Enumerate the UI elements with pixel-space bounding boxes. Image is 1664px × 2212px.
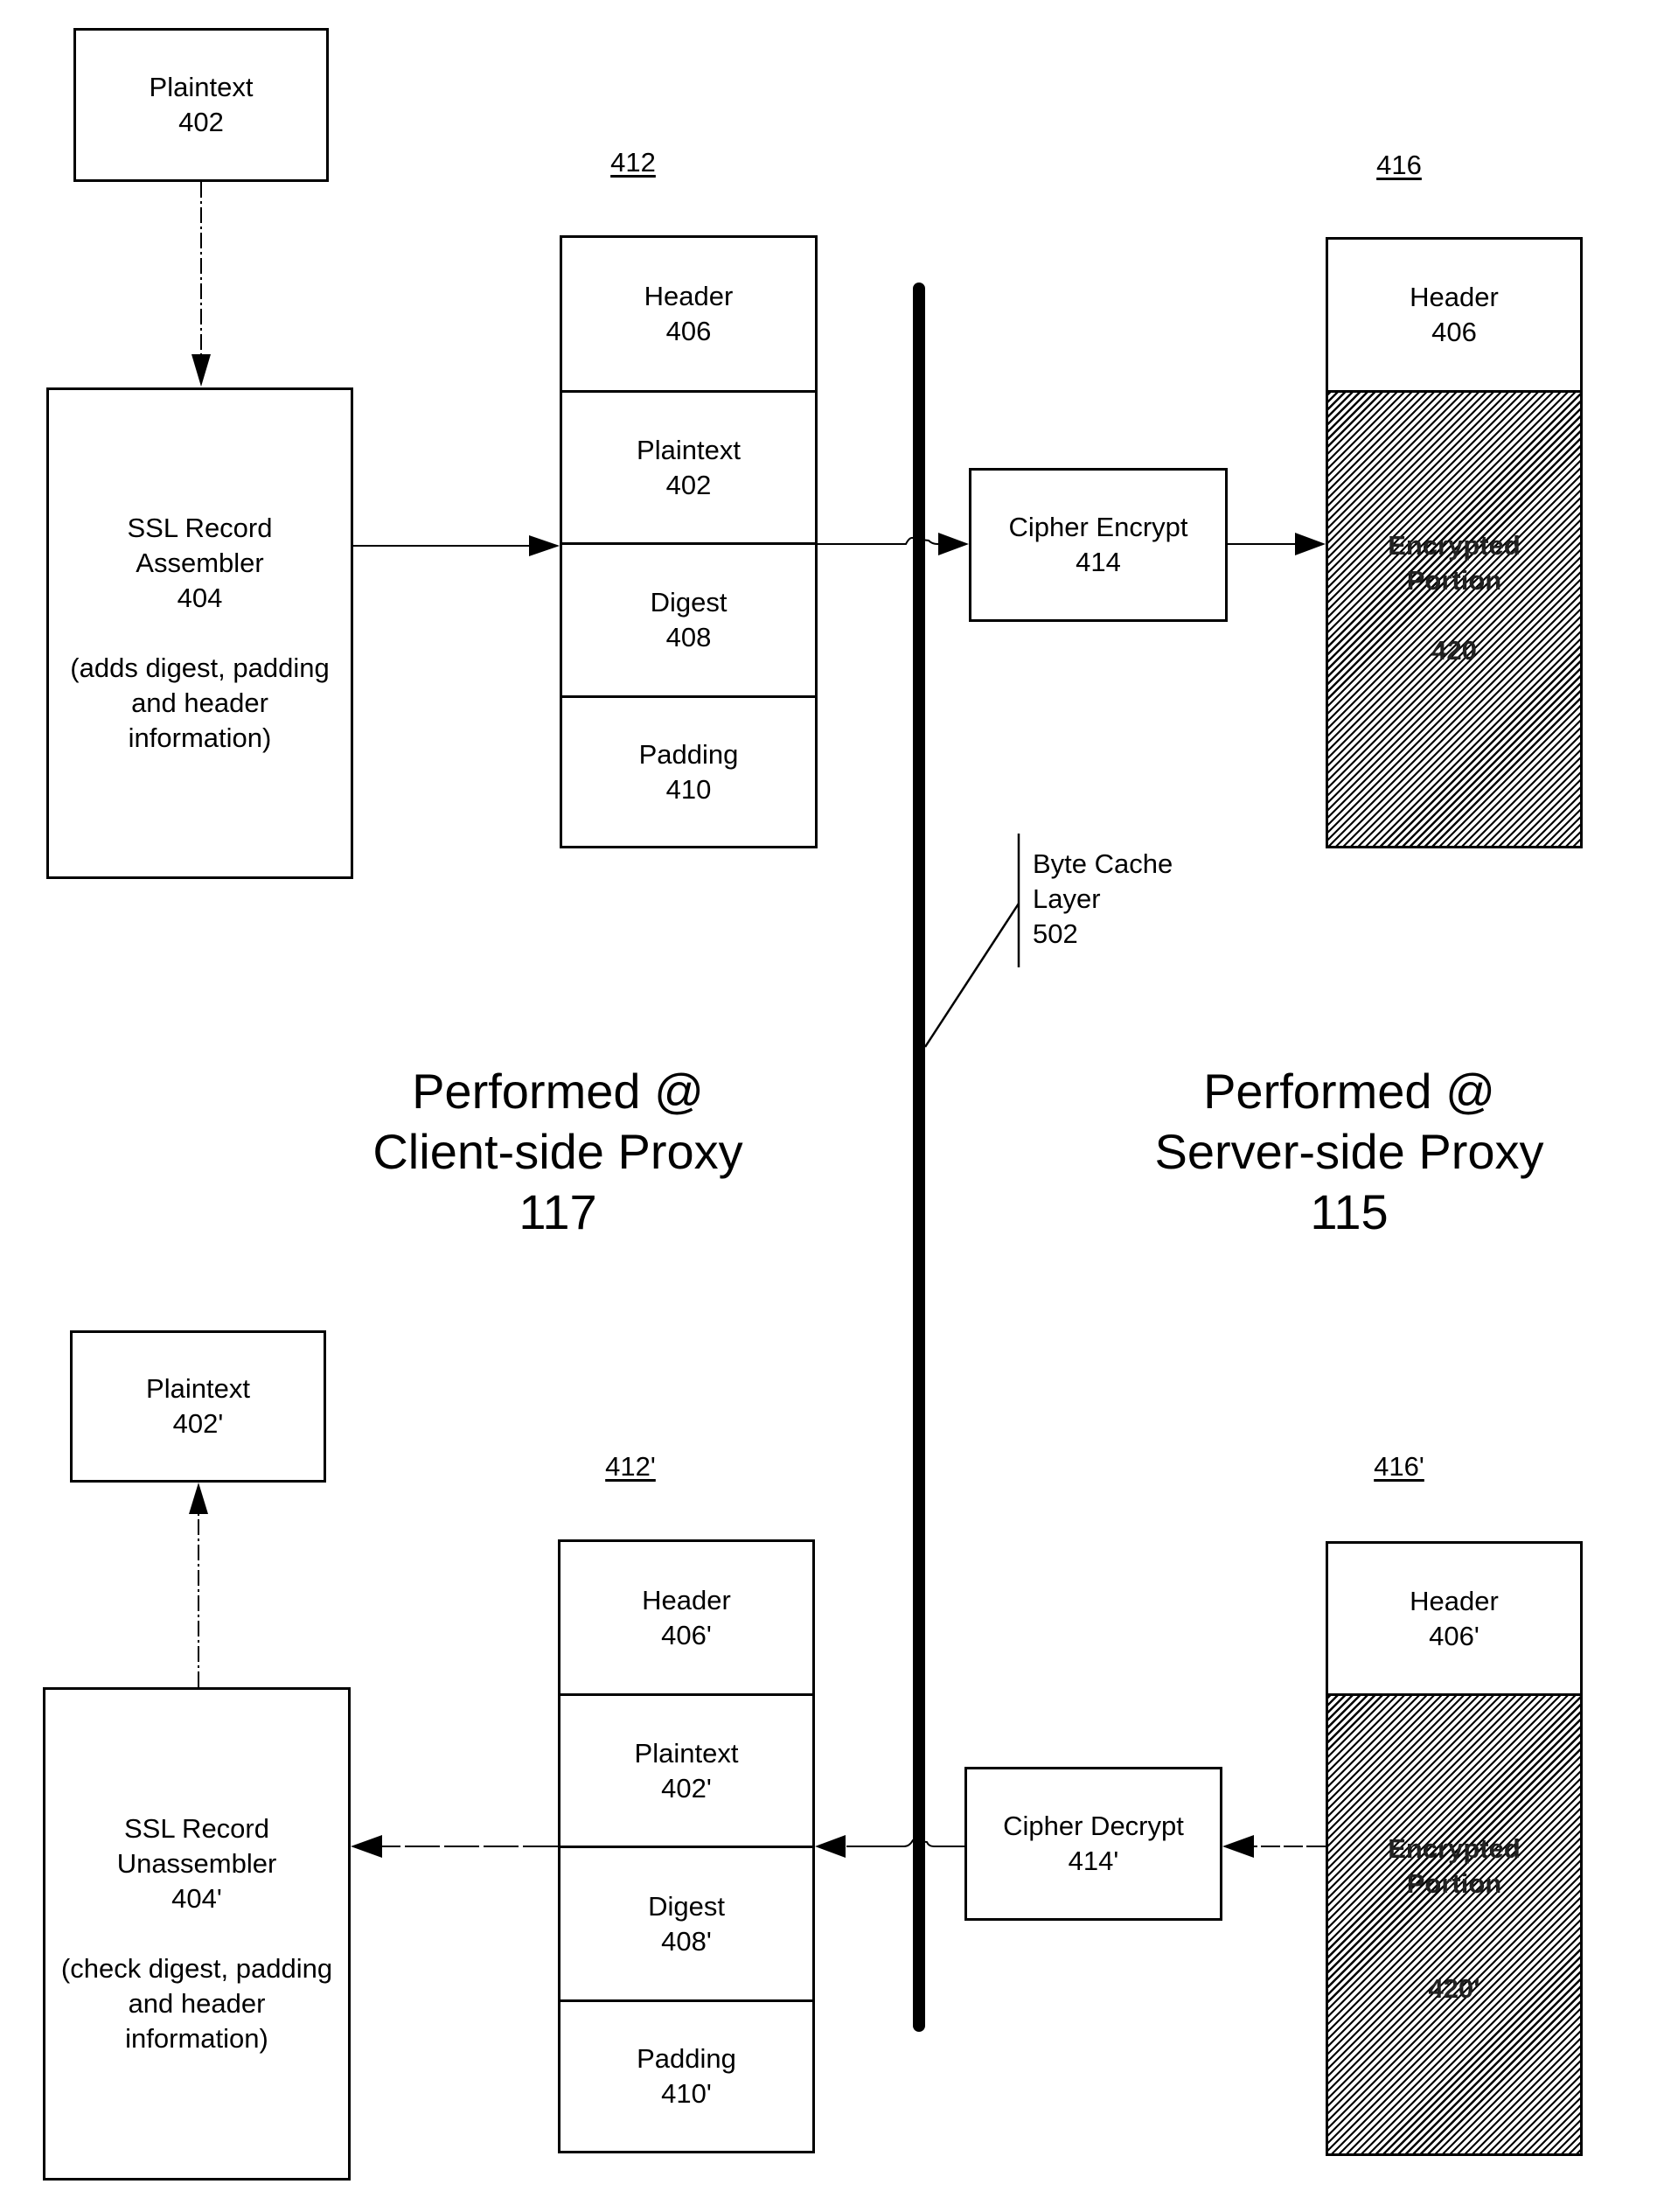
assembler-note2: and header <box>131 687 268 718</box>
client-region-line3: 117 <box>519 1184 597 1239</box>
record-412-padding-cell: Padding 410 <box>560 695 818 848</box>
assembler-line1: SSL Record <box>127 513 273 543</box>
record-416p-label: 416' <box>1374 1451 1424 1482</box>
cell-title: Header <box>1410 282 1499 312</box>
arrowhead-left-icon <box>1222 1835 1254 1858</box>
unassembler-line2: Unassembler <box>116 1848 277 1879</box>
encrypted-label-line1: Encrypted <box>1388 1833 1521 1864</box>
unassembler-line1: SSL Record <box>124 1813 269 1844</box>
arrowhead-left-icon <box>815 1835 846 1858</box>
cell-title: Plaintext <box>637 434 741 465</box>
cipher-decrypt-title: Cipher Decrypt <box>1003 1811 1184 1841</box>
record-412p-plaintext-cell: Plaintext 402' <box>558 1693 815 1848</box>
encrypted-label-line2: Portion <box>1406 565 1502 596</box>
ssl-record-unassembler-box: SSL Record Unassembler 404' (check diges… <box>43 1687 351 2181</box>
arrowhead-right-icon <box>938 533 969 555</box>
cipher-encrypt-title: Cipher Encrypt <box>1008 512 1188 542</box>
cell-title: Padding <box>638 738 739 770</box>
assembler-note1: (adds digest, padding <box>70 652 330 683</box>
server-region-line2: Server-side Proxy <box>1154 1124 1544 1179</box>
cell-ref: 406' <box>661 1619 712 1650</box>
arrow-decrypt-to-record <box>846 1839 964 1847</box>
assembler-ref: 404 <box>177 583 223 613</box>
server-region-line3: 115 <box>1310 1184 1389 1239</box>
cell-ref: 410' <box>661 2078 712 2109</box>
ssl-record-assembler-box: SSL Record Assembler 404 (adds digest, p… <box>46 387 353 879</box>
cell-title: Padding <box>637 2043 736 2074</box>
server-region-line1: Performed @ <box>1203 1064 1495 1119</box>
record-416-header-cell: Header 406 <box>1326 237 1583 393</box>
cell-ref: 402 <box>665 469 712 500</box>
cell-ref: 406 <box>1431 317 1477 347</box>
record-412p-header-cell: Header 406' <box>558 1539 815 1696</box>
cell-title: Plaintext <box>634 1737 739 1769</box>
cell-ref: 408' <box>661 1925 712 1957</box>
encrypted-label-line1: Encrypted <box>1388 530 1521 561</box>
assembler-note3: information) <box>128 722 272 753</box>
cipher-encrypt-box: Cipher Encrypt 414 <box>969 468 1228 622</box>
arrowhead-up-icon <box>189 1483 208 1514</box>
plaintext-input-box: Plaintext 402 <box>73 28 329 182</box>
byte-cache-label: Byte Cache Layer 502 <box>1033 847 1173 952</box>
record-412p-digest-cell: Digest 408' <box>558 1846 815 2002</box>
arrowhead-right-icon <box>529 535 560 556</box>
encrypted-label-line2: Portion <box>1406 1868 1502 1899</box>
record-416-encrypted-portion: Encrypted Portion 420 <box>1326 390 1583 848</box>
plaintext-input-title: Plaintext <box>149 72 254 102</box>
plaintext-output-title: Plaintext <box>146 1373 250 1404</box>
plaintext-output-box: Plaintext 402' <box>70 1330 326 1483</box>
record-412p-padding-cell: Padding 410' <box>558 1999 815 2153</box>
byte-cache-leader <box>923 903 1020 1048</box>
arrowhead-right-icon <box>1295 533 1326 555</box>
cell-ref: 410 <box>665 773 712 805</box>
record-412-label: 412 <box>610 147 656 178</box>
encrypted-ref: 420' <box>1428 1973 1480 2004</box>
cell-title: Digest <box>650 587 728 618</box>
server-side-region-label: Performed @ Server-side Proxy 115 <box>1154 1061 1543 1242</box>
record-412-header-cell: Header 406 <box>560 235 818 393</box>
cell-title: Header <box>644 281 734 311</box>
cell-title: Header <box>1410 1585 1499 1616</box>
cell-title: Header <box>642 1584 731 1615</box>
plaintext-output-ref: 402' <box>172 1408 224 1439</box>
client-region-line1: Performed @ <box>412 1064 704 1119</box>
plaintext-input-ref: 402 <box>178 107 224 137</box>
unassembler-ref: 404' <box>171 1883 222 1914</box>
byte-cache-ref: 502 <box>1033 918 1078 949</box>
cipher-encrypt-ref: 414 <box>1076 547 1121 577</box>
cipher-decrypt-ref: 414' <box>1068 1846 1119 1876</box>
cell-title: Digest <box>648 1890 725 1922</box>
arrow-record-to-encrypt <box>818 536 940 545</box>
record-416-label: 416 <box>1376 150 1422 180</box>
cell-ref: 406' <box>1429 1620 1479 1651</box>
cell-ref: 408 <box>665 622 712 652</box>
arrowhead-left-icon <box>351 1835 382 1858</box>
encrypted-ref: 420 <box>1431 635 1477 666</box>
assembler-line2: Assembler <box>136 548 264 578</box>
record-416p-header-cell: Header 406' <box>1326 1541 1583 1696</box>
client-region-line2: Client-side Proxy <box>372 1124 743 1179</box>
record-416p-encrypted-portion: Encrypted Portion 420' <box>1326 1693 1583 2156</box>
record-412-digest-cell: Digest 408 <box>560 542 818 698</box>
unassembler-note2: and header <box>128 1988 266 2019</box>
unassembler-note3: information) <box>125 2023 268 2054</box>
byte-cache-line2: Layer <box>1033 883 1101 914</box>
unassembler-note1: (check digest, padding <box>60 1953 333 1984</box>
cipher-decrypt-box: Cipher Decrypt 414' <box>964 1767 1222 1921</box>
arrowhead-down-icon <box>191 354 211 387</box>
record-412p-label: 412' <box>605 1451 656 1482</box>
byte-cache-line1: Byte Cache <box>1033 848 1173 879</box>
client-side-region-label: Performed @ Client-side Proxy 117 <box>372 1061 742 1242</box>
record-412-plaintext-cell: Plaintext 402 <box>560 390 818 545</box>
cell-ref: 406 <box>665 316 712 346</box>
cell-ref: 402' <box>661 1772 712 1804</box>
